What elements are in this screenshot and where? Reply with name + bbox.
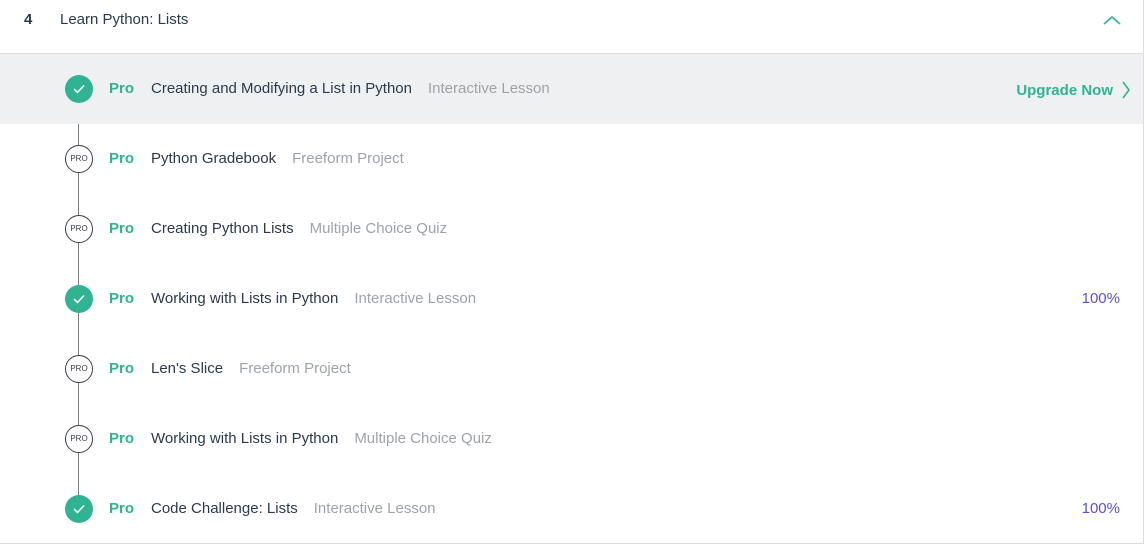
lesson-title[interactable]: Code Challenge: Lists Interactive Lesson (151, 500, 436, 517)
module-title: Learn Python: Lists (60, 11, 189, 28)
lesson-row[interactable]: PRO Pro Creating Python Lists Multiple Choi… (0, 194, 1143, 264)
lesson-title[interactable]: Python Gradebook Freeform Project (151, 150, 404, 167)
lesson-title-text: Working with Lists in Python (151, 430, 339, 447)
pro-label: Pro (109, 430, 135, 447)
lesson-type: Interactive Lesson (354, 290, 477, 307)
pro-lock-icon: PRO (65, 215, 93, 243)
lesson-title-text: Python Gradebook (151, 150, 277, 167)
upgrade-now-link[interactable]: Upgrade Now (1016, 78, 1131, 102)
pro-lock-icon: PRO (65, 145, 93, 173)
lesson-type: Multiple Choice Quiz (309, 220, 448, 237)
lesson-title-text: Working with Lists in Python (151, 290, 339, 307)
progress-percent: 100% (1081, 500, 1120, 517)
lesson-row[interactable]: Pro Working with Lists in Python Interacti… (0, 264, 1143, 334)
pro-lock-icon: PRO (65, 425, 93, 453)
completed-check-icon (65, 495, 93, 523)
pro-icon-text: PRO (70, 364, 88, 373)
lesson-title-text: Len's Slice (151, 360, 224, 377)
lesson-title[interactable]: Creating Python Lists Multiple Choice Qui… (151, 220, 447, 237)
pro-lock-icon: PRO (65, 355, 93, 383)
pro-icon-text: PRO (70, 154, 88, 163)
lesson-row[interactable]: PRO Pro Len's Slice Freeform Project (0, 334, 1143, 404)
lesson-type: Interactive Lesson (427, 80, 550, 97)
upgrade-now-label: Upgrade Now (1016, 81, 1113, 99)
lesson-title[interactable]: Working with Lists in Python Interactive … (151, 290, 476, 307)
completed-check-icon (65, 75, 93, 103)
lesson-title[interactable]: Creating and Modifying a List in Python I… (151, 80, 550, 97)
completed-check-icon (65, 285, 93, 313)
module-panel: 4 Learn Python: Lists Pro Creating and Mo… (0, 0, 1144, 544)
pro-icon-text: PRO (70, 434, 88, 443)
pro-label: Pro (109, 220, 135, 237)
lesson-title[interactable]: Len's Slice Freeform Project (151, 360, 351, 377)
lesson-title-text: Code Challenge: Lists (151, 500, 298, 517)
lesson-row[interactable]: PRO Pro Python Gradebook Freeform Project (0, 124, 1143, 194)
lesson-type: Freeform Project (292, 150, 404, 167)
lesson-title-text: Creating Python Lists (151, 220, 294, 237)
lesson-row[interactable]: PRO Pro Working with Lists in Python Multip… (0, 404, 1143, 474)
chevron-up-icon[interactable] (1102, 12, 1122, 28)
pro-label: Pro (109, 150, 135, 167)
lesson-type: Freeform Project (239, 360, 351, 377)
lesson-title-text: Creating and Modifying a List in Python (151, 80, 412, 97)
pro-label: Pro (109, 360, 135, 377)
lesson-title[interactable]: Working with Lists in Python Multiple Cho… (151, 430, 492, 447)
progress-percent: 100% (1081, 290, 1120, 307)
module-header[interactable]: 4 Learn Python: Lists (0, 0, 1143, 54)
lesson-type: Interactive Lesson (313, 500, 436, 517)
pro-label: Pro (109, 80, 135, 97)
lesson-row[interactable]: Pro Code Challenge: Lists Interactive Less… (0, 474, 1143, 543)
pro-icon-text: PRO (70, 224, 88, 233)
module-number: 4 (24, 11, 33, 28)
chevron-right-icon (1122, 81, 1130, 99)
pro-label: Pro (109, 290, 135, 307)
lesson-type: Multiple Choice Quiz (354, 430, 492, 447)
lesson-row[interactable]: Pro Creating and Modifying a List in Pyth… (0, 54, 1143, 124)
pro-label: Pro (109, 500, 135, 517)
